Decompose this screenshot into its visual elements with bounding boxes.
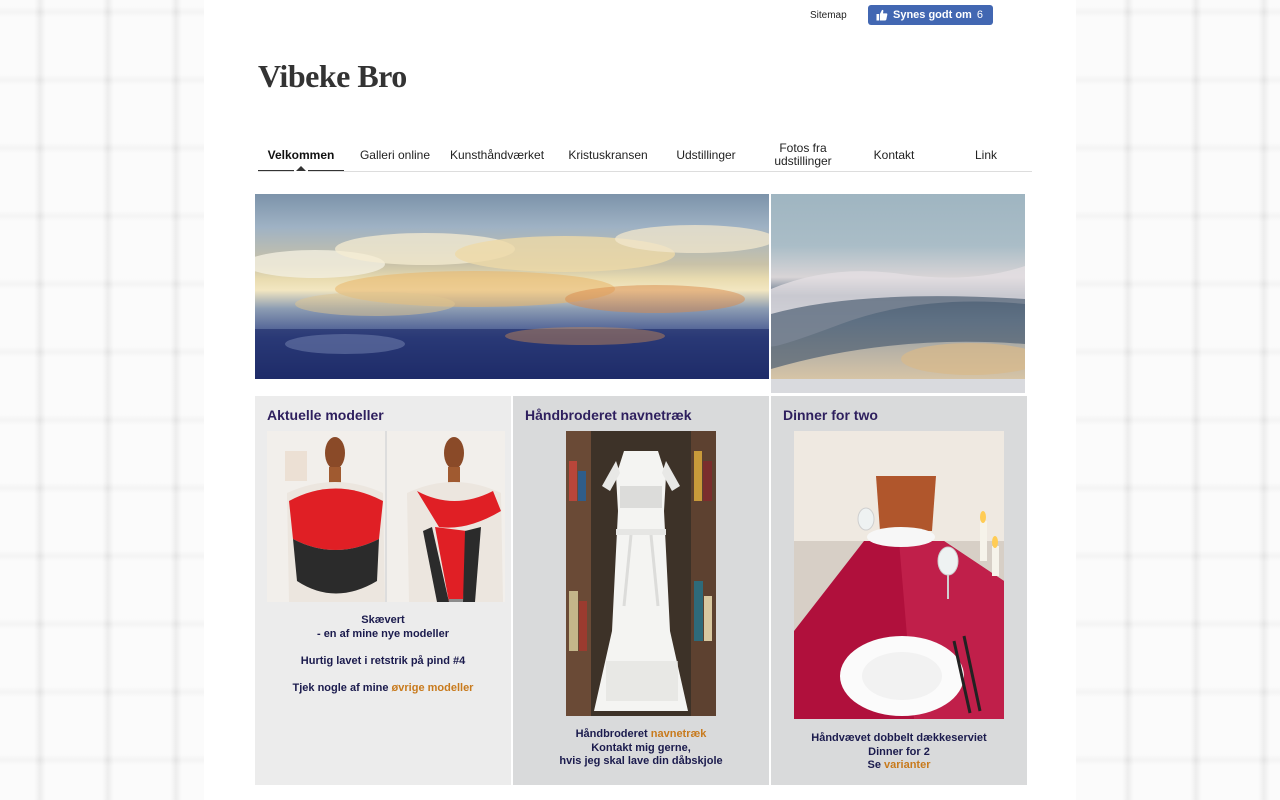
line-prefix: Håndbroderet: [575, 728, 648, 740]
text-line: - en af mine nye modeller: [316, 627, 450, 640]
text-line: Se varianter: [771, 759, 1027, 773]
nav-item-label: Udstillinger: [676, 147, 736, 162]
seascape-painting-image: [255, 225, 769, 379]
text-line: Kontakt mig gerne,: [591, 741, 691, 754]
nav-item-label: Velkommen: [267, 147, 335, 162]
section-heading: Dinner for two: [783, 407, 878, 423]
link-prefix: Se: [867, 759, 881, 772]
facebook-like-button[interactable]: Synes godt om 6: [868, 5, 993, 25]
text-line: Håndbroderet navnetræk: [513, 728, 769, 742]
nav-item-kunsthaandvaerket[interactable]: Kunsthåndværket: [446, 140, 548, 170]
section-aktuelle-modeller: Aktuelle modeller Skævert - en af mine n…: [255, 396, 511, 785]
nav-item-galleri-online[interactable]: Galleri online: [354, 140, 436, 170]
scarf-model-photo: [267, 431, 505, 602]
nav-item-fotos-fra-udstillinger[interactable]: Fotos fra udstillinger: [760, 142, 846, 168]
nav-item-kristuskransen[interactable]: Kristuskransen: [560, 140, 656, 170]
christening-dress-photo: [566, 431, 716, 716]
nav-item-label: Galleri online: [359, 147, 431, 162]
section-text: Håndvævet dobbelt dækkeserviet Dinner fo…: [771, 732, 1027, 773]
thumbs-up-icon: [876, 9, 888, 21]
nav-item-label: Fotos fra udstillinger: [774, 141, 832, 168]
main-navigation: Velkommen Galleri online Kunsthåndværket…: [258, 140, 1032, 172]
section-text: Håndbroderet navnetræk Kontakt mig gerne…: [513, 728, 769, 769]
coast-painting-image: [769, 194, 1041, 379]
section-heading: Aktuelle modeller: [267, 407, 384, 423]
nav-item-velkommen[interactable]: Velkommen: [258, 140, 344, 172]
text-line: hvis jeg skal lave din dåbskjole: [559, 755, 723, 768]
text-line: Skævert: [361, 614, 405, 626]
banner-painting-coast: [769, 194, 1041, 393]
facebook-like-label: Synes godt om: [893, 9, 972, 21]
facebook-like-count: 6: [976, 9, 983, 21]
section-dinner-for-two: Dinner for two Håndvævet dobbelt dækkese…: [771, 396, 1027, 785]
varianter-link[interactable]: varianter: [884, 759, 930, 771]
section-haandbroderet-navnetraek: Håndbroderet navnetræk Håndbroderet navn…: [513, 396, 769, 785]
nav-item-label: Kunsthåndværket: [449, 147, 545, 162]
site-title: Vibeke Bro: [258, 58, 407, 94]
link-prefix: Tjek nogle af mine: [292, 681, 389, 694]
nav-item-link[interactable]: Link: [948, 140, 1024, 170]
dinner-table-photo: [794, 431, 1004, 719]
section-heading: Håndbroderet navnetræk: [525, 407, 692, 423]
section-text: Skævert - en af mine nye modeller Hurtig…: [255, 614, 511, 696]
navnetraek-link[interactable]: navnetræk: [651, 728, 707, 740]
text-line: Håndvævet dobbelt dækkeserviet: [811, 732, 987, 744]
text-line: Hurtig lavet i retstrik på pind #4: [300, 654, 466, 667]
nav-item-label: Kontakt: [873, 147, 915, 162]
sitemap-link[interactable]: Sitemap: [810, 10, 847, 21]
nav-item-label: Link: [974, 147, 997, 162]
page-container: Sitemap Synes godt om 6 Vibeke Bro Velko…: [204, 0, 1076, 800]
nav-item-label: Kristuskransen: [568, 147, 648, 162]
ovrige-modeller-link[interactable]: øvrige modeller: [392, 682, 474, 694]
banner-painting-seascape: [255, 194, 769, 379]
text-line: Dinner for 2: [868, 745, 930, 758]
nav-item-kontakt[interactable]: Kontakt: [854, 140, 934, 170]
nav-item-udstillinger[interactable]: Udstillinger: [662, 140, 750, 170]
text-line: Tjek nogle af mine øvrige modeller: [255, 682, 511, 696]
